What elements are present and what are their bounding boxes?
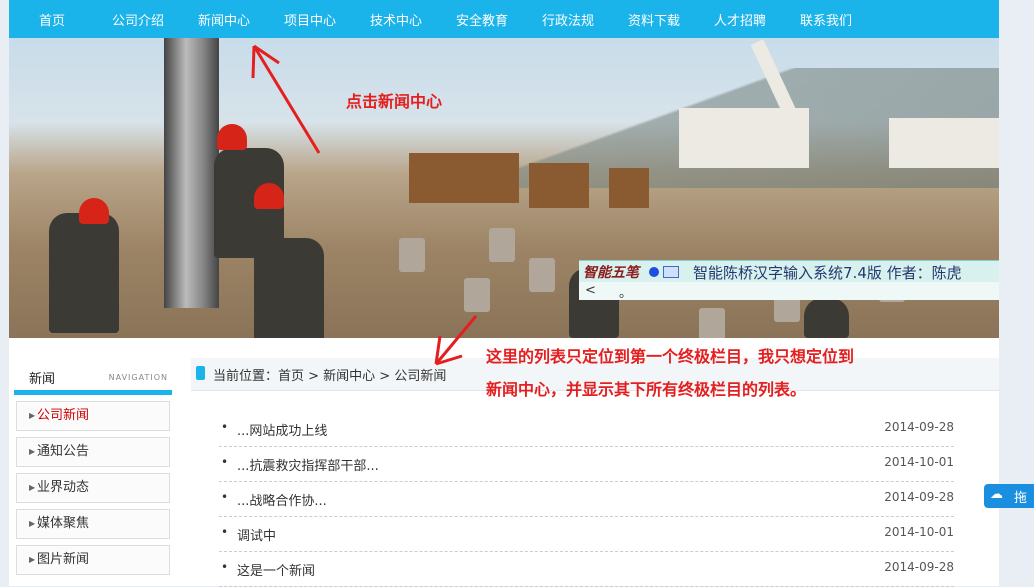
ime-mode-dot-icon[interactable] (649, 267, 659, 277)
top-nav: 首页 公司介绍 新闻中心 项目中心 技术中心 安全教育 行政法规 资料下载 人才… (9, 0, 999, 38)
banner-crates (409, 153, 519, 203)
ime-logo: 智能五笔 (583, 265, 639, 281)
nav-item-home[interactable]: 首页 (9, 10, 95, 29)
cloud-icon: ☁ (990, 487, 1003, 502)
sidebar-item-photo-news[interactable]: ▶ 图片新闻 (16, 545, 170, 575)
annotation-click-hint: 点击新闻中心 (346, 92, 443, 111)
breadcrumb-text[interactable]: 当前位置：首页 > 新闻中心 > 公司新闻 (213, 365, 446, 384)
banner-crates-2 (529, 163, 589, 208)
banner-pile (529, 258, 555, 292)
banner-worker (49, 213, 119, 333)
bullet-icon: • (221, 560, 229, 574)
bullet-icon: • (221, 490, 229, 504)
banner-pile (399, 238, 425, 272)
nav-item-news[interactable]: 新闻中心 (181, 10, 267, 29)
annotation-list-note-1: 这里的列表只定位到第一个终极栏目，我只想定位到 (486, 347, 855, 366)
annotation-arrow-down (434, 315, 478, 366)
triangle-right-icon: ▶ (29, 483, 36, 492)
sidebar-item-label: 通知公告 (37, 444, 90, 459)
sidebar-item-label: 图片新闻 (37, 552, 90, 567)
banner-steel-pillar (164, 38, 219, 308)
floating-share-tab[interactable]: ☁ 拖 (984, 484, 1034, 508)
news-title[interactable]: ...网站成功上线 (237, 420, 327, 439)
list-item: • ...抗震救灾指挥部干部... 2014-10-01 (219, 447, 954, 482)
banner-crane-body (889, 118, 999, 168)
news-title[interactable]: 调试中 (237, 525, 276, 544)
list-item: • ...网站成功上线 2014-09-28 (219, 412, 954, 447)
page: 首页 公司介绍 新闻中心 项目中心 技术中心 安全教育 行政法规 资料下载 人才… (9, 0, 999, 587)
list-item: • 这是一个新闻 2014-09-28 (219, 552, 954, 587)
sidebar: 新闻 NAVIGATION ▶ 公司新闻 ▶ 通知公告 ▶ 业界动态 ▶ 媒体聚… (14, 350, 172, 575)
ime-candidate[interactable]: 。 (619, 282, 632, 301)
bullet-icon: • (221, 525, 229, 539)
ime-toolbar: 智能五笔 智能陈桥汉字输入系统7.4版 作者：陈虎 (579, 260, 999, 283)
bullet-icon: • (221, 455, 229, 469)
triangle-right-icon: ▶ (29, 519, 36, 528)
ime-keyboard-icon[interactable] (663, 266, 679, 278)
triangle-right-icon: ▶ (29, 447, 36, 456)
news-title[interactable]: ...战略合作协... (237, 490, 327, 509)
nav-item-downloads[interactable]: 资料下载 (611, 10, 697, 29)
banner-crates-3 (609, 168, 649, 208)
ime-status-text: 智能陈桥汉字输入系统7.4版 作者：陈虎 (693, 263, 962, 282)
bullet-icon: • (221, 420, 229, 434)
sidebar-header: 新闻 NAVIGATION (14, 350, 172, 395)
sidebar-item-company-news[interactable]: ▶ 公司新闻 (16, 401, 170, 431)
sidebar-item-label: 业界动态 (37, 480, 90, 495)
banner-pile (464, 278, 490, 312)
news-title[interactable]: ...抗震救灾指挥部干部... (237, 455, 379, 474)
sidebar-item-media[interactable]: ▶ 媒体聚焦 (16, 509, 170, 539)
sidebar-title: 新闻 (29, 372, 56, 387)
nav-item-tech[interactable]: 技术中心 (353, 10, 439, 29)
nav-item-safety[interactable]: 安全教育 (439, 10, 525, 29)
news-title[interactable]: 这是一个新闻 (237, 560, 315, 579)
ime-candidate-row: < 。 (579, 282, 999, 301)
news-date: 2014-10-01 (884, 525, 954, 539)
banner-helmet (79, 198, 109, 224)
news-list: • ...网站成功上线 2014-09-28 • ...抗震救灾指挥部干部...… (219, 412, 954, 587)
banner-helmet (254, 183, 284, 209)
banner-image: 点击新闻中心 智能五笔 智能陈桥汉字输入系统7.4版 作者：陈虎 < 。 (9, 38, 999, 338)
triangle-right-icon: ▶ (29, 411, 36, 420)
banner-worker (804, 298, 849, 338)
news-date: 2014-09-28 (884, 420, 954, 434)
sidebar-item-label: 公司新闻 (37, 408, 90, 423)
location-icon (196, 366, 205, 380)
news-date: 2014-09-28 (884, 560, 954, 574)
triangle-right-icon: ▶ (29, 555, 36, 564)
floating-tab-label: 拖 (1014, 491, 1028, 506)
sidebar-item-industry[interactable]: ▶ 业界动态 (16, 473, 170, 503)
banner-pile (699, 308, 725, 338)
sidebar-item-label: 媒体聚焦 (37, 516, 90, 531)
sidebar-item-notices[interactable]: ▶ 通知公告 (16, 437, 170, 467)
ime-prev-icon[interactable]: < (585, 283, 596, 298)
nav-item-about[interactable]: 公司介绍 (95, 10, 181, 29)
banner-worker (254, 238, 324, 338)
list-item: • 调试中 2014-10-01 (219, 517, 954, 552)
banner-pile (489, 228, 515, 262)
nav-item-careers[interactable]: 人才招聘 (697, 10, 783, 29)
annotation-list-note-2: 新闻中心，并显示其下所有终极栏目的列表。 (486, 380, 807, 399)
news-date: 2014-10-01 (884, 455, 954, 469)
nav-item-contact[interactable]: 联系我们 (783, 10, 869, 29)
nav-item-projects[interactable]: 项目中心 (267, 10, 353, 29)
news-date: 2014-09-28 (884, 490, 954, 504)
annotation-arrow-up (251, 44, 321, 154)
nav-item-regulations[interactable]: 行政法规 (525, 10, 611, 29)
list-item: • ...战略合作协... 2014-09-28 (219, 482, 954, 517)
sidebar-subtitle: NAVIGATION (108, 373, 168, 382)
